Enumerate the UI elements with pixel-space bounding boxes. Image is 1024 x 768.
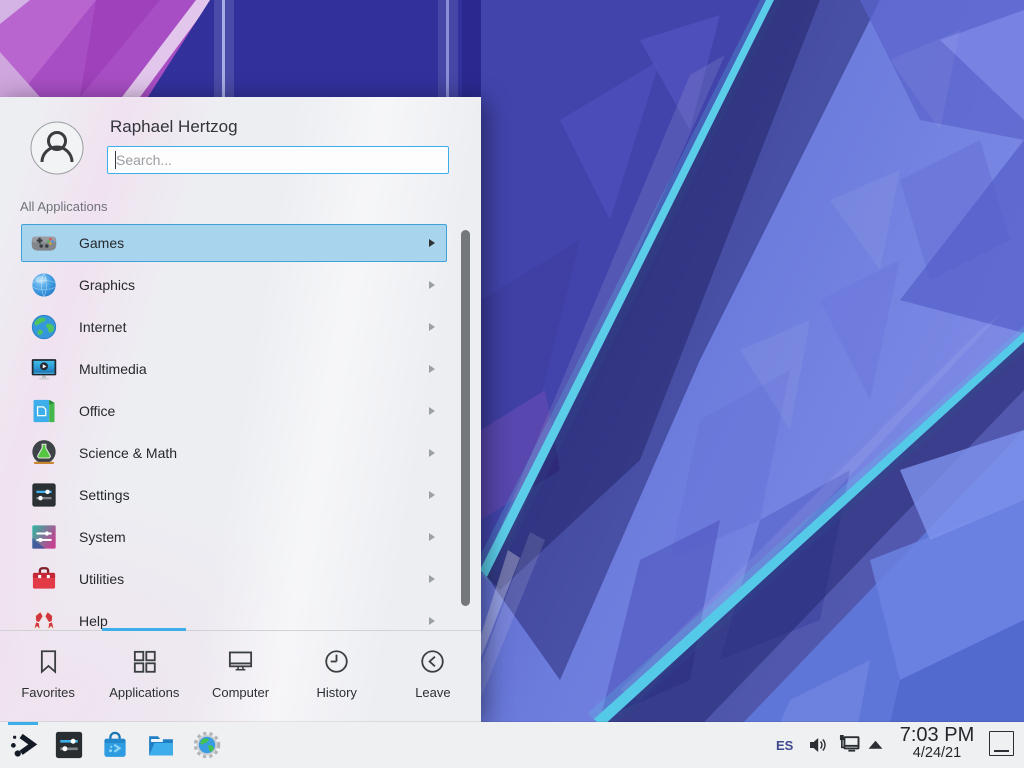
submenu-arrow-icon [429, 323, 435, 331]
category-label: Help [79, 613, 108, 629]
file-manager-button[interactable] [146, 730, 176, 760]
category-label: Graphics [79, 277, 135, 293]
launcher-tab-bar: Favorites Applications [0, 630, 481, 722]
settings-sliders-icon [54, 730, 84, 760]
desktop: Raphael Hertzog All Applications [0, 0, 1024, 768]
tab-label: Applications [109, 685, 179, 700]
category-row-graphics[interactable]: Graphics [21, 266, 447, 304]
submenu-arrow-icon [429, 575, 435, 583]
category-row-science-math[interactable]: Science & Math [21, 434, 447, 472]
application-launcher-popup: Raphael Hertzog All Applications [0, 97, 481, 722]
sliders-dark-icon [30, 481, 58, 509]
category-label: Science & Math [79, 445, 177, 461]
user-silhouette-icon [30, 121, 84, 175]
help-ribbons-icon [30, 607, 58, 630]
tab-leave[interactable]: Leave [385, 631, 481, 722]
category-label: Multimedia [79, 361, 147, 377]
flask-icon [30, 439, 58, 467]
leave-icon [418, 647, 447, 676]
category-label: Settings [79, 487, 130, 503]
category-label: Games [79, 235, 124, 251]
discover-store-button[interactable] [100, 730, 130, 760]
bookmark-icon [34, 647, 63, 676]
category-label: Internet [79, 319, 126, 335]
globe-gear-icon [192, 730, 222, 760]
text-caret [115, 151, 116, 169]
tab-applications[interactable]: Applications [96, 631, 192, 722]
kali-menu-icon [8, 730, 38, 760]
category-label: Office [79, 403, 115, 419]
category-label: Utilities [79, 571, 124, 587]
monitor-play-icon [30, 355, 58, 383]
category-list: Games Graphics [21, 224, 447, 630]
user-avatar[interactable] [30, 121, 84, 175]
category-row-office[interactable]: Office [21, 392, 447, 430]
tab-label: Favorites [21, 685, 74, 700]
taskbar: ES 7:03 PM 4/24/21 [0, 722, 1024, 768]
tab-history[interactable]: History [289, 631, 385, 722]
submenu-arrow-icon [429, 533, 435, 541]
submenu-arrow-icon [429, 617, 435, 625]
tab-label: Leave [415, 685, 450, 700]
tab-label: History [316, 685, 356, 700]
history-clock-icon [322, 647, 351, 676]
submenu-arrow-icon [429, 407, 435, 415]
volume-icon[interactable] [806, 733, 830, 757]
document-icon [30, 397, 58, 425]
submenu-arrow-icon [429, 239, 435, 247]
category-row-settings[interactable]: Settings [21, 476, 447, 514]
web-browser-button[interactable] [192, 730, 222, 760]
category-row-internet[interactable]: Internet [21, 308, 447, 346]
submenu-arrow-icon [429, 449, 435, 457]
sphere-icon [30, 271, 58, 299]
clock-time: 7:03 PM [891, 725, 983, 746]
category-row-help[interactable]: Help [21, 602, 447, 630]
app-launcher-button[interactable] [8, 730, 38, 760]
sliders-gradient-icon [30, 523, 58, 551]
search-box[interactable] [107, 146, 449, 174]
system-settings-button[interactable] [54, 730, 84, 760]
category-row-system[interactable]: System [21, 518, 447, 556]
category-row-games[interactable]: Games [21, 224, 447, 262]
tab-computer[interactable]: Computer [192, 631, 288, 722]
category-row-utilities[interactable]: Utilities [21, 560, 447, 598]
digital-clock[interactable]: 7:03 PM 4/24/21 [891, 725, 983, 761]
gamepad-icon [30, 229, 58, 257]
grid-icon [130, 647, 159, 676]
keyboard-layout-indicator[interactable]: ES [776, 722, 793, 768]
active-task-indicator [8, 722, 38, 725]
category-label: System [79, 529, 126, 545]
scrollbar[interactable] [461, 230, 470, 606]
toolbox-icon [30, 565, 58, 593]
wired-network-icon[interactable] [836, 731, 863, 758]
category-row-multimedia[interactable]: Multimedia [21, 350, 447, 388]
submenu-arrow-icon [429, 365, 435, 373]
section-label: All Applications [20, 199, 107, 214]
globe-icon [30, 313, 58, 341]
expand-tray-caret-icon[interactable] [867, 738, 884, 751]
user-name: Raphael Hertzog [110, 117, 238, 137]
submenu-arrow-icon [429, 281, 435, 289]
tab-favorites[interactable]: Favorites [0, 631, 96, 722]
blue-folder-icon [146, 730, 176, 760]
computer-icon [226, 647, 255, 676]
tab-label: Computer [212, 685, 269, 700]
show-desktop-button[interactable] [989, 731, 1014, 756]
search-input[interactable] [108, 147, 448, 173]
clock-date: 4/24/21 [891, 746, 983, 761]
shopping-bag-icon [100, 730, 130, 760]
submenu-arrow-icon [429, 491, 435, 499]
